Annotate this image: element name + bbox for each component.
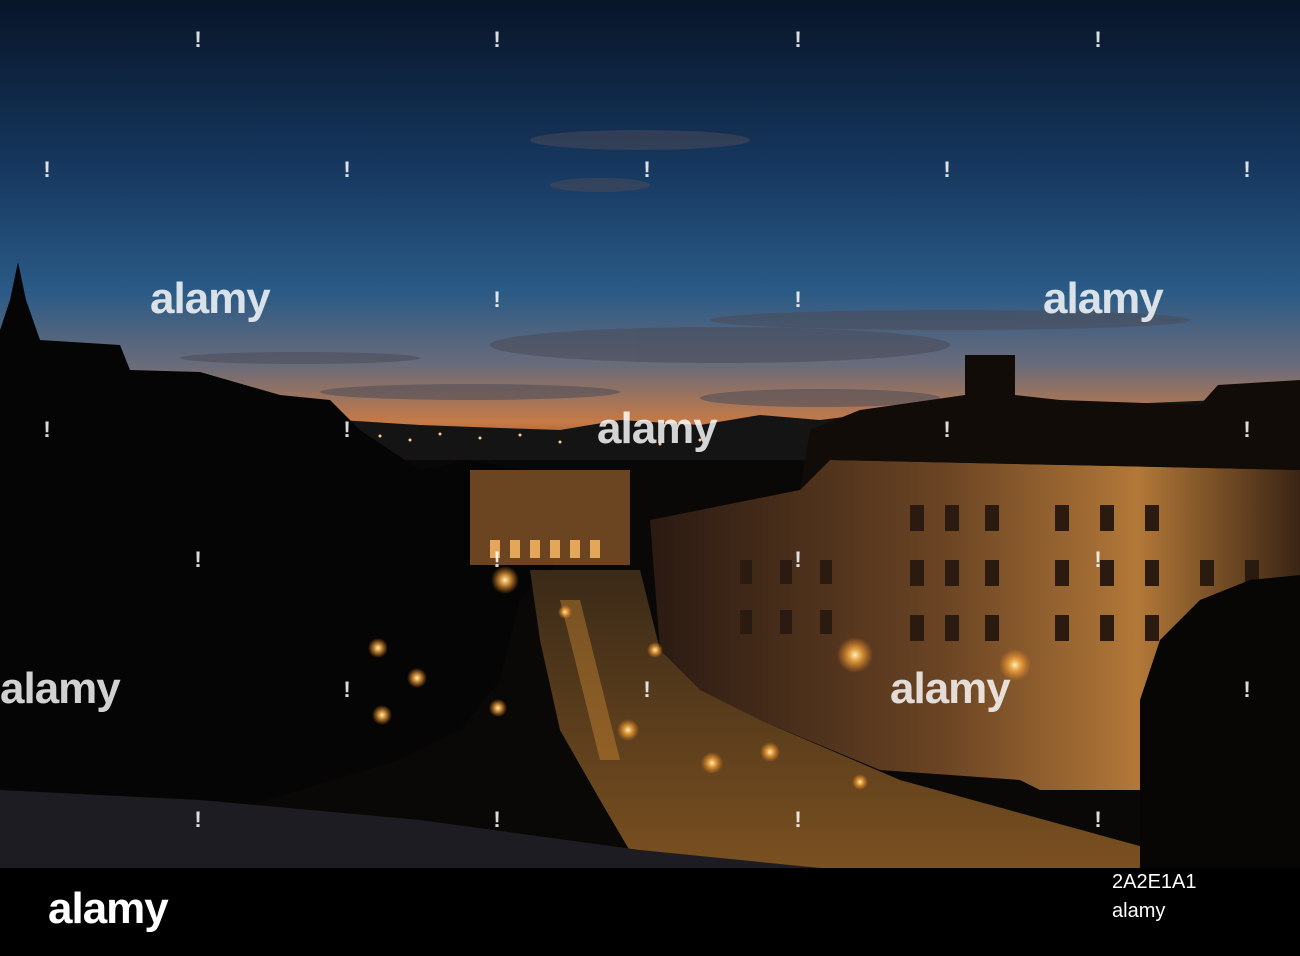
watermark-logo: alamy xyxy=(150,274,271,323)
watermark-mark: ! xyxy=(794,287,802,312)
watermark-mark: ! xyxy=(194,27,202,52)
watermark-mark: ! xyxy=(43,417,51,442)
watermark-mark: ! xyxy=(1094,807,1102,832)
watermark-mark: ! xyxy=(1243,157,1251,182)
watermark-mark: ! xyxy=(493,807,501,832)
watermark-logo: alamy xyxy=(1043,274,1164,323)
watermark-logo: alamy xyxy=(0,664,121,713)
watermark-mark: ! xyxy=(643,677,651,702)
watermark-mark: ! xyxy=(794,807,802,832)
watermark-mark: ! xyxy=(194,807,202,832)
watermark-logo: alamy xyxy=(890,664,1011,713)
watermark-mark: ! xyxy=(1243,417,1251,442)
footer-brand-logo: alamy xyxy=(48,884,169,933)
watermark-mark: ! xyxy=(1243,677,1251,702)
stock-photo-frame: alamy alamy alamy alamy alamy ! ! ! ! ! … xyxy=(0,0,1300,956)
watermark-mark: ! xyxy=(493,287,501,312)
watermark-mark: ! xyxy=(194,547,202,572)
watermark-mark: ! xyxy=(343,417,351,442)
watermark-mark: ! xyxy=(943,157,951,182)
watermark-mark: ! xyxy=(643,157,651,182)
watermark-mark: ! xyxy=(1094,547,1102,572)
watermark-mark: ! xyxy=(43,157,51,182)
watermark-logo: alamy xyxy=(597,404,718,453)
stock-footer-bar xyxy=(0,868,1300,956)
footer-image-info: 2A2E1A1 alamy xyxy=(1112,868,1292,926)
image-id: 2A2E1A1 xyxy=(1112,871,1197,893)
footer-site: alamy xyxy=(1112,900,1166,922)
watermark-mark: ! xyxy=(343,157,351,182)
watermark-mark: ! xyxy=(794,27,802,52)
watermark-mark: ! xyxy=(1094,27,1102,52)
watermark-mark: ! xyxy=(343,677,351,702)
watermark-mark: ! xyxy=(493,547,501,572)
watermark-mark: ! xyxy=(943,417,951,442)
watermark-mark: ! xyxy=(493,27,501,52)
watermark-mark: ! xyxy=(794,547,802,572)
